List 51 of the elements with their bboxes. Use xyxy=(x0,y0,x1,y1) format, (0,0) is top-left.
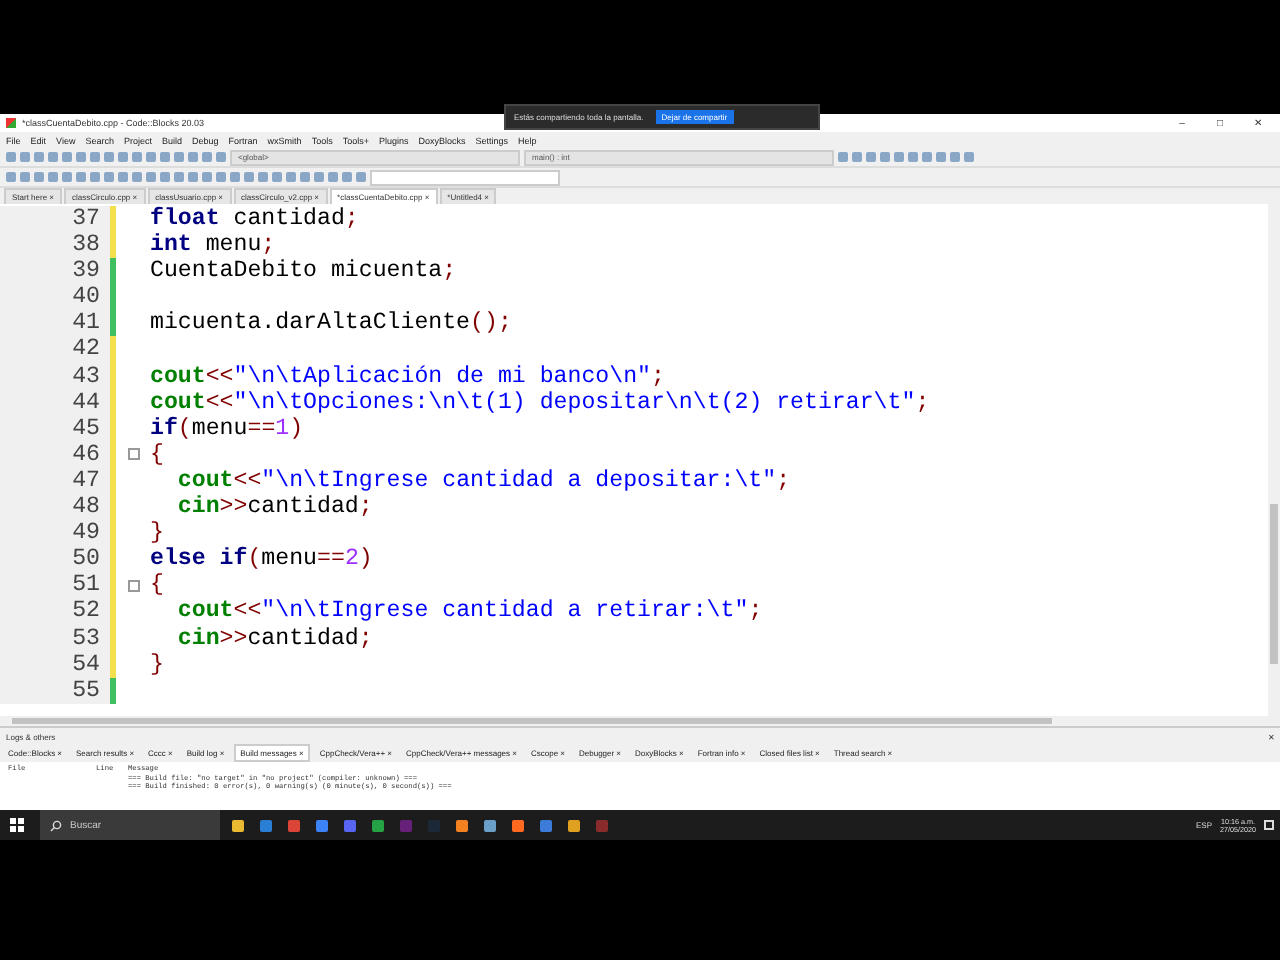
line-number: 51 xyxy=(0,572,110,599)
code-line: cin>>cantidad; xyxy=(175,625,373,652)
taskbar-app-icon[interactable] xyxy=(316,819,328,831)
code-line: } xyxy=(150,651,164,678)
code-line: CuentaDebito micuenta; xyxy=(150,258,457,285)
code-line: cin>>cantidad; xyxy=(175,494,373,521)
taskbar-app-icon[interactable] xyxy=(568,819,580,831)
line-number: 44 xyxy=(0,389,110,416)
line-number: 42 xyxy=(0,336,110,364)
taskbar-app-icon[interactable] xyxy=(540,819,552,831)
line-number: 47 xyxy=(0,467,110,495)
code-line: float cantidad; xyxy=(150,206,359,233)
line-number: 50 xyxy=(0,546,110,573)
line-number: 37 xyxy=(0,206,110,233)
code-line: else if(menu==2) xyxy=(150,546,373,573)
code-line: cout<<"\n\tAplicación de mi banco\n"; xyxy=(150,363,665,390)
taskbar-app-icon[interactable] xyxy=(288,819,300,831)
code-line: cout<<"\n\tOpciones:\n\t(1) depositar\n\t(2) retirar\t"; xyxy=(150,389,930,416)
code-line: } xyxy=(150,520,164,547)
line-number: 38 xyxy=(0,232,110,259)
line-number: 55 xyxy=(0,677,110,704)
taskbar-app-icon[interactable] xyxy=(512,819,524,831)
line-number: 48 xyxy=(0,494,110,521)
code-line: cout<<"\n\tIngrese cantidad a retirar:\t"; xyxy=(175,598,763,625)
fold-icon[interactable] xyxy=(127,579,139,592)
line-number: 39 xyxy=(0,258,110,285)
code-line: if(menu==1) xyxy=(150,415,304,442)
line-number: 53 xyxy=(0,625,110,652)
line-number: 43 xyxy=(0,363,110,390)
taskbar-app-icon[interactable] xyxy=(456,819,468,831)
taskbar-app-icon[interactable] xyxy=(260,819,272,831)
line-number: 45 xyxy=(0,415,110,442)
line-number: 40 xyxy=(0,284,110,311)
code-line: { xyxy=(150,572,164,599)
line-number: 46 xyxy=(0,441,110,468)
line-number: 49 xyxy=(0,520,110,547)
search-combo[interactable] xyxy=(370,169,560,185)
app-icon xyxy=(6,118,16,128)
line-number: 41 xyxy=(0,310,110,337)
taskbar-app-icon[interactable] xyxy=(484,819,496,831)
search-icon xyxy=(50,819,62,831)
taskbar-app-icon[interactable] xyxy=(372,819,384,831)
taskbar-app-icon[interactable] xyxy=(232,819,244,831)
line-number: 52 xyxy=(0,598,110,625)
code-line: int menu; xyxy=(150,232,276,259)
line-number: 54 xyxy=(0,651,110,678)
fold-icon[interactable] xyxy=(127,448,139,461)
code-line: micuenta.darAltaCliente(); xyxy=(150,310,512,337)
code-line: { xyxy=(150,441,164,468)
code-line: cout<<"\n\tIngrese cantidad a depositar:\t"; xyxy=(175,467,791,494)
notification-icon[interactable] xyxy=(1264,820,1274,830)
